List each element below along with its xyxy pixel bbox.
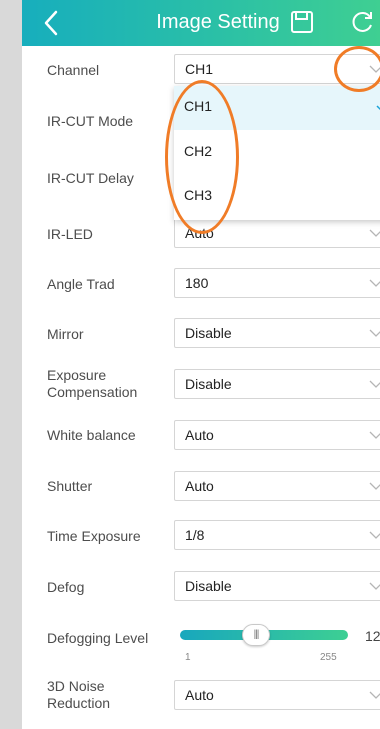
chevron-down-icon [369,380,380,388]
noise-label-line1: 3D Noise [47,678,105,694]
channel-value: CH1 [185,61,214,77]
exposure-compensation-value: Disable [185,376,232,392]
noise-reduction-select[interactable]: Auto [174,680,380,710]
ircut-mode-label: IR-CUT Mode [47,113,134,129]
shutter-value: Auto [185,478,214,494]
white-balance-select[interactable]: Auto [174,420,380,450]
slider-handle[interactable]: ||| [242,624,270,646]
time-exposure-label: Time Exposure [47,528,141,544]
shutter-label: Shutter [47,478,93,494]
white-balance-value: Auto [185,427,214,443]
exposure-compensation-select[interactable]: Disable [174,369,380,399]
noise-reduction-value: Auto [185,687,214,703]
defog-select[interactable]: Disable [174,571,380,601]
defogging-level-value: 128 [365,628,380,644]
noise-label-line2: Reduction [47,695,111,711]
exposure-label-line1: Exposure [47,367,107,383]
angle-trad-label: Angle Trad [47,276,115,292]
mirror-select[interactable]: Disable [174,318,380,348]
highlight-oval-chevron [334,46,380,92]
mirror-label: Mirror [47,326,84,342]
time-exposure-value: 1/8 [185,527,205,543]
ir-led-label: IR-LED [47,226,93,242]
defog-value: Disable [185,578,232,594]
grip-icon: ||| [253,629,260,640]
save-icon [291,11,313,33]
chevron-down-icon [369,582,380,590]
slider-min-label: 1 [185,652,191,663]
refresh-button[interactable] [350,9,376,35]
channel-label: Channel [47,62,100,78]
angle-trad-value: 180 [185,275,209,291]
ircut-delay-label: IR-CUT Delay [47,170,134,186]
angle-trad-select[interactable]: 180 [174,268,380,298]
mirror-value: Disable [185,325,232,341]
save-button[interactable] [290,10,314,34]
exposure-compensation-label: Exposure Compensation [47,367,137,401]
chevron-down-icon [369,431,380,439]
refresh-icon [352,12,372,32]
defogging-level-label: Defogging Level [47,630,149,646]
chevron-down-icon [369,482,380,490]
chevron-down-icon [369,691,380,699]
phone-screen: Image Setting Channel CH1 IR-CUT Mode IR… [22,0,380,729]
page-title: Image Setting [156,11,280,33]
checkmark-icon [376,105,380,111]
noise-reduction-label: 3D Noise Reduction [47,678,110,712]
chevron-down-icon [369,531,380,539]
slider-max-label: 255 [320,652,337,663]
chevron-down-icon [369,229,380,237]
defog-label: Defog [47,579,85,595]
exposure-label-line2: Compensation [47,384,138,400]
chevron-down-icon [369,329,380,337]
chevron-down-icon [369,279,380,287]
header-bar: Image Setting [22,0,380,46]
highlight-oval-options [165,80,239,234]
shutter-select[interactable]: Auto [174,471,380,501]
white-balance-label: White balance [47,427,136,443]
time-exposure-select[interactable]: 1/8 [174,520,380,550]
